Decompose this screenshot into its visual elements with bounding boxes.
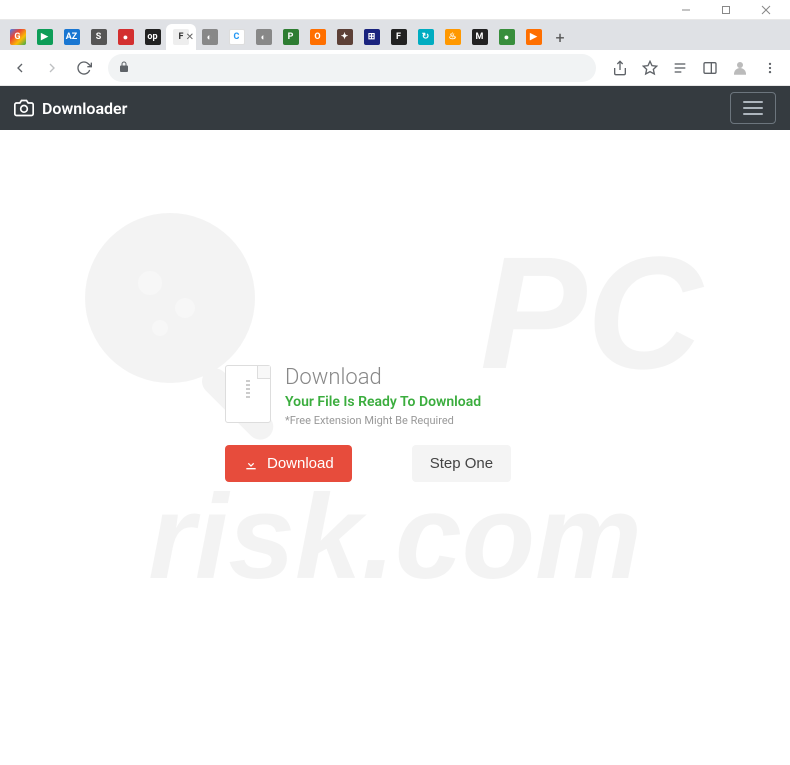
brand[interactable]: Downloader <box>14 98 127 118</box>
forward-button[interactable] <box>38 54 66 82</box>
share-button[interactable] <box>606 54 634 82</box>
zip-file-icon <box>225 365 271 423</box>
address-bar[interactable] <box>108 54 596 82</box>
browser-tab[interactable]: op <box>139 24 166 50</box>
tab-strip: G ▶ AZ S ● op F✕ ◐ C ◐ PO ✦ ⊞ F ↻ ♨ M ● ▶ + <box>0 20 790 50</box>
favicon: ⊞ <box>364 29 380 45</box>
favicon: C <box>229 29 245 45</box>
favicon: ▶ <box>37 29 53 45</box>
page-content: PC risk.com Download Your File Is Ready … <box>0 130 790 765</box>
lock-icon <box>118 58 130 77</box>
favicon: F <box>391 29 407 45</box>
favicon: ● <box>118 29 134 45</box>
favicon: S <box>91 29 107 45</box>
favicon: AZ <box>64 29 80 45</box>
favicon: ↻ <box>418 29 434 45</box>
favicon: M <box>472 29 488 45</box>
browser-tab[interactable]: ◐ <box>250 24 277 50</box>
window-close-button[interactable] <box>746 1 786 19</box>
browser-tab[interactable]: F✕ <box>166 24 196 50</box>
camera-icon <box>14 98 34 118</box>
profile-button[interactable] <box>726 54 754 82</box>
step-one-button[interactable]: Step One <box>412 445 511 482</box>
browser-tab[interactable]: F <box>385 24 412 50</box>
browser-tab[interactable]: AZ <box>58 24 85 50</box>
browser-tab[interactable]: P <box>277 24 304 50</box>
reload-button[interactable] <box>70 54 98 82</box>
bookmark-button[interactable] <box>636 54 664 82</box>
browser-tab[interactable]: G <box>4 24 31 50</box>
browser-tab[interactable]: C <box>223 24 250 50</box>
favicon: ● <box>499 29 515 45</box>
download-button-label: Download <box>267 455 334 472</box>
reading-list-button[interactable] <box>666 54 694 82</box>
new-tab-button[interactable]: + <box>547 24 573 50</box>
back-button[interactable] <box>6 54 34 82</box>
browser-tab[interactable]: ↻ <box>412 24 439 50</box>
browser-tab[interactable]: ▶ <box>31 24 58 50</box>
browser-tab[interactable]: ✦ <box>331 24 358 50</box>
hamburger-menu-button[interactable] <box>730 92 776 124</box>
browser-tab[interactable]: ● <box>493 24 520 50</box>
favicon: G <box>10 29 26 45</box>
browser-tab[interactable]: M <box>466 24 493 50</box>
favicon: ♨ <box>445 29 461 45</box>
window-maximize-button[interactable] <box>706 1 746 19</box>
browser-tab[interactable]: ▶ <box>520 24 547 50</box>
browser-toolbar <box>0 50 790 86</box>
extension-note: *Free Extension Might Be Required <box>285 414 565 427</box>
download-button[interactable]: Download <box>225 445 352 482</box>
browser-tab[interactable]: ● <box>112 24 139 50</box>
page-header: Downloader <box>0 86 790 130</box>
favicon: O <box>310 29 326 45</box>
menu-button[interactable] <box>756 54 784 82</box>
side-panel-button[interactable] <box>696 54 724 82</box>
favicon: ◐ <box>202 29 218 45</box>
favicon: ◐ <box>256 29 272 45</box>
browser-tab[interactable]: ⊞ <box>358 24 385 50</box>
favicon: op <box>145 29 161 45</box>
favicon: P <box>283 29 299 45</box>
favicon: ▶ <box>526 29 542 45</box>
favicon: ✦ <box>337 29 353 45</box>
download-heading: Download <box>285 365 565 390</box>
download-icon <box>243 456 259 472</box>
download-panel: Download Your File Is Ready To Download … <box>225 365 565 482</box>
window-minimize-button[interactable] <box>666 1 706 19</box>
browser-tab[interactable]: O <box>304 24 331 50</box>
hamburger-icon <box>743 101 763 115</box>
browser-tab[interactable]: S <box>85 24 112 50</box>
close-tab-icon[interactable]: ✕ <box>186 32 194 43</box>
window-titlebar <box>0 0 790 20</box>
svg-text:risk.com: risk.com <box>148 470 642 604</box>
ready-text: Your File Is Ready To Download <box>285 394 565 410</box>
browser-tab[interactable]: ◐ <box>196 24 223 50</box>
browser-tab[interactable]: ♨ <box>439 24 466 50</box>
brand-text: Downloader <box>42 99 127 118</box>
